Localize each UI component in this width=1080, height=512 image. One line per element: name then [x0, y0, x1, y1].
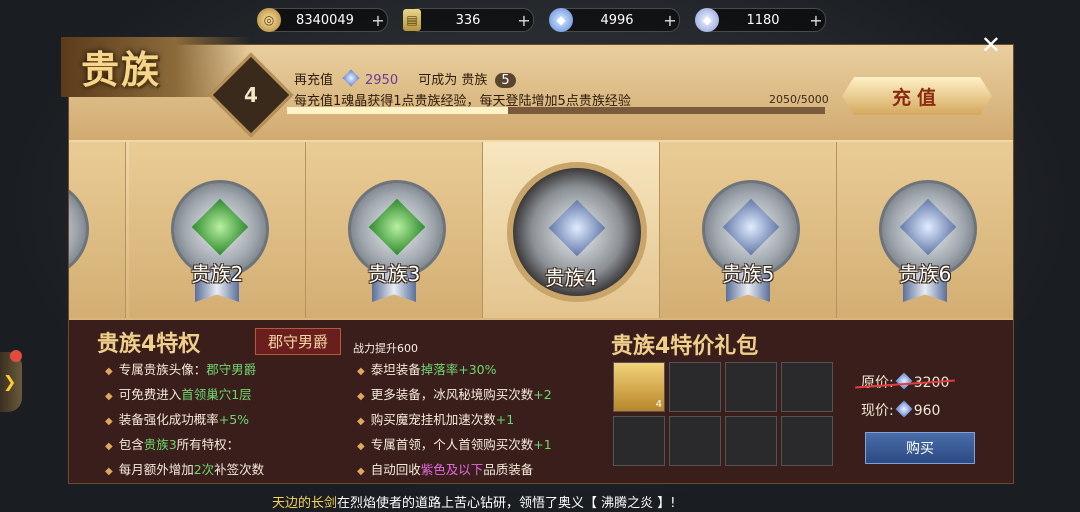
level-label: 贵族6	[898, 262, 952, 286]
blue-gem-icon	[548, 199, 606, 257]
recharge-info: 再充值 2950 可成为 贵族 5 每充值1魂晶获得1点贵族经验，每天登陆增加5点贵…	[294, 69, 631, 109]
ticket-value: 336	[455, 12, 481, 28]
next-level: 5	[495, 73, 516, 88]
privilege-item: 每月额外增加2次补签次数	[105, 458, 264, 483]
add-ticket-button[interactable]: +	[515, 11, 533, 30]
blue-gem-icon	[722, 198, 780, 256]
empty-slot	[613, 416, 665, 466]
gift-title: 贵族4特价礼包	[611, 334, 759, 359]
soul-crystal-icon	[895, 372, 913, 390]
gold-value: 8340049	[296, 12, 354, 28]
soul-crystal-currency: ◆ 1180 +	[695, 8, 826, 32]
level-label: 贵族4	[544, 266, 598, 290]
add-gold-button[interactable]: +	[369, 11, 387, 30]
empty-slot	[669, 416, 721, 466]
item-count: 4	[655, 399, 662, 410]
gold-ingot-item[interactable]: 4	[613, 362, 665, 412]
privilege-item: 更多装备，冰风秘境购买次数+2	[357, 383, 552, 408]
privileges-section: 贵族4特权 郡守男爵 战力提升600 专属贵族头像：郡守男爵 可免费进入首领巢穴…	[69, 320, 1013, 483]
title-tag: 郡守男爵	[255, 328, 342, 355]
level-label: 贵族3	[367, 262, 421, 286]
current-price: 现价: 960	[861, 400, 940, 420]
empty-slot	[725, 362, 777, 412]
vip-level-number: 4	[244, 83, 258, 107]
level-label: 贵族2	[190, 262, 244, 286]
level-card-2[interactable]: 贵族2	[129, 142, 306, 318]
recharge-amount: 2950	[365, 73, 399, 88]
recharge-button[interactable]: 充值	[842, 77, 992, 115]
nobility-panel: 贵族 4 再充值 2950 可成为 贵族 5 每充值1魂晶获得1点贵族经验，每天登陆…	[61, 31, 1014, 484]
privilege-item: 可免费进入首领巢穴1层	[105, 383, 264, 408]
recharge-prefix: 再充值	[294, 73, 334, 88]
notification-dot	[10, 350, 22, 362]
exp-progress-bar	[287, 107, 825, 114]
buy-button[interactable]: 购买	[865, 432, 975, 464]
privilege-item: 购买魔宠挂机加速次数+1	[357, 408, 552, 433]
progress-fill	[287, 107, 508, 114]
privilege-item: 专属贵族头像：郡守男爵	[105, 358, 264, 383]
gold-currency: ◎ 8340049 +	[257, 8, 388, 32]
level-card-3[interactable]: 贵族3	[306, 142, 483, 318]
currency-bar: ◎ 8340049 + ▤ 336 + ◆ 4996 + ◆ 1180 +	[257, 8, 826, 34]
privileges-title: 贵族4特权	[97, 332, 201, 357]
broadcast-text: 在烈焰使者的道路上苦心钻研，领悟了奥义【 沸腾之炎 】!	[337, 496, 676, 511]
soul-crystal-icon	[895, 400, 913, 418]
soul-crystal-value: 1180	[746, 12, 780, 28]
privilege-item: 专属首领，个人首领购买次数+1	[357, 433, 552, 458]
privilege-item: 泰坦装备掉落率+30%	[357, 358, 552, 383]
privilege-list-right: 泰坦装备掉落率+30% 更多装备，冰风秘境购买次数+2 购买魔宠挂机加速次数+1…	[357, 358, 552, 483]
become-text: 可成为 贵族	[418, 73, 488, 88]
level-card-5[interactable]: 贵族5	[660, 142, 837, 318]
level-card-6[interactable]: 贵族6	[837, 142, 1013, 318]
soul-crystal-icon: ◆	[695, 8, 719, 32]
power-boost: 战力提升600	[353, 342, 418, 355]
chat-broadcast: 天边的长剑在烈焰使者的道路上苦心钻研，领悟了奥义【 沸腾之炎 】!	[272, 492, 676, 511]
original-price: 原价: 3200	[861, 372, 949, 392]
privilege-item: 自动回收紫色及以下品质装备	[357, 458, 552, 483]
ticket-currency: ▤ 336 +	[403, 8, 534, 32]
privilege-item: 装备强化成功概率+5%	[105, 408, 264, 433]
panel-title: 贵族	[81, 47, 162, 92]
level-card-4-selected[interactable]: 贵族4	[483, 142, 660, 318]
level-card-partial[interactable]	[69, 142, 126, 318]
privilege-item: 包含贵族3所有特权：	[105, 433, 264, 458]
empty-slot	[669, 362, 721, 412]
level-label: 贵族5	[721, 262, 775, 286]
green-gem-icon	[368, 198, 426, 256]
empty-slot	[781, 362, 833, 412]
add-locked-gem-button[interactable]: +	[661, 11, 679, 30]
gold-coin-icon: ◎	[257, 8, 281, 32]
ticket-icon: ▤	[403, 9, 421, 31]
privilege-list-left: 专属贵族头像：郡守男爵 可免费进入首领巢穴1层 装备强化成功概率+5% 包含贵族…	[105, 358, 264, 483]
player-name[interactable]: 天边的长剑	[272, 496, 337, 511]
soul-crystal-icon	[342, 69, 360, 87]
empty-slot	[781, 416, 833, 466]
empty-slot	[725, 416, 777, 466]
add-soul-crystal-button[interactable]: +	[807, 11, 825, 30]
panel-header: 贵族 4 再充值 2950 可成为 贵族 5 每充值1魂晶获得1点贵族经验，每天登陆…	[61, 37, 1013, 140]
medal-icon	[69, 180, 89, 278]
close-icon[interactable]: ✕	[981, 31, 1001, 59]
green-gem-icon	[191, 198, 249, 256]
blue-gem-icon	[899, 198, 957, 256]
gift-item-grid: 4	[613, 362, 833, 466]
level-carousel[interactable]: 贵族2 贵族3 贵族4 贵族5 贵族6	[69, 140, 1013, 320]
locked-gem-currency: ◆ 4996 +	[549, 8, 680, 32]
progress-text: 2050/5000	[769, 93, 829, 106]
locked-gem-value: 4996	[600, 12, 634, 28]
locked-gem-icon: ◆	[549, 8, 573, 32]
chevron-right-icon[interactable]: ❯	[3, 372, 16, 391]
